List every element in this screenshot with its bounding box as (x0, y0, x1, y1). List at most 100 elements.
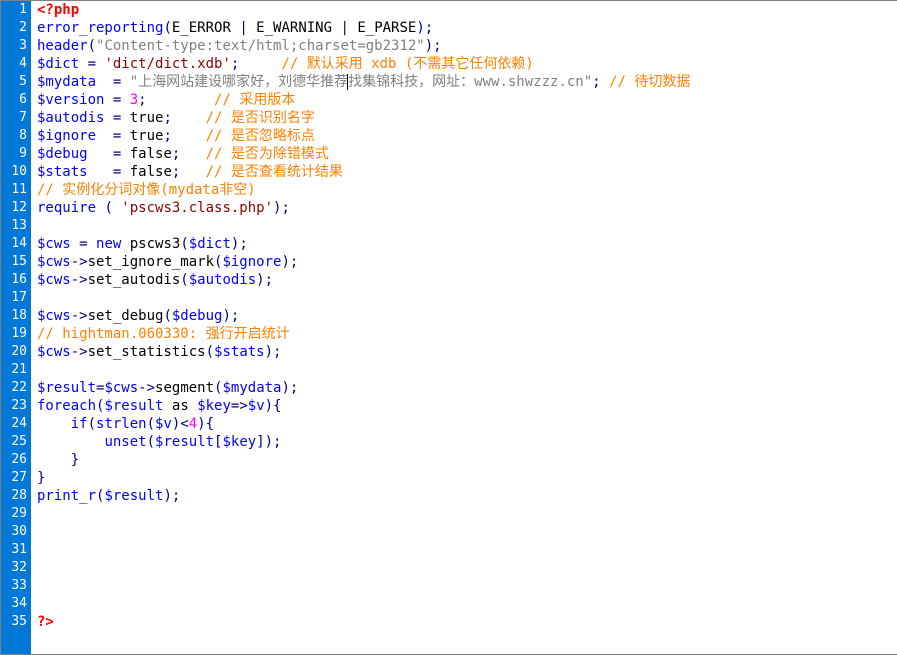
code-token: $cws (104, 380, 138, 396)
code-token: ); (281, 254, 298, 270)
code-token: $cws (37, 308, 71, 324)
line-number: 24 (1, 415, 27, 433)
code-token: | (239, 20, 247, 36)
code-line[interactable]: foreach($result as $key=>$v){ (37, 397, 897, 415)
code-token: ; (163, 128, 171, 144)
code-line[interactable]: // 实例化分词对像(mydata非空) (37, 181, 897, 199)
line-number: 1 (1, 1, 27, 19)
line-number: 9 (1, 145, 27, 163)
code-token: $result (37, 380, 96, 396)
code-line[interactable]: print_r($result); (37, 487, 897, 505)
code-token: print_r (37, 488, 96, 504)
line-number: 6 (1, 91, 27, 109)
code-line[interactable]: $cws->set_autodis($autodis); (37, 271, 897, 289)
code-line[interactable] (37, 505, 897, 523)
code-line[interactable] (37, 289, 897, 307)
code-line[interactable]: require ( 'pscws3.class.php'); (37, 199, 897, 217)
code-token: $version (37, 92, 113, 108)
line-number: 31 (1, 541, 27, 559)
code-line[interactable]: // hightman.060330: 强行开启统计 (37, 325, 897, 343)
code-token: // 是否忽略标点 (206, 128, 315, 144)
code-line[interactable]: $debug = false; // 是否为除错模式 (37, 145, 897, 163)
code-line[interactable]: $cws->set_statistics($stats); (37, 343, 897, 361)
code-line[interactable] (37, 577, 897, 595)
code-token: | (340, 20, 348, 36)
code-token: ( (163, 20, 171, 36)
code-line[interactable]: error_reporting(E_ERROR | E_WARNING | E_… (37, 19, 897, 37)
code-area[interactable]: <?phperror_reporting(E_ERROR | E_WARNING… (31, 1, 897, 654)
code-token: -> (138, 380, 155, 396)
code-token: ); (231, 236, 248, 252)
code-token: ){ (197, 416, 214, 432)
code-line[interactable]: unset($result[$key]); (37, 433, 897, 451)
code-line[interactable]: $result=$cws->segment($mydata); (37, 379, 897, 397)
code-token: $dict (37, 56, 88, 72)
code-token: $key (197, 398, 231, 414)
code-token: 'dict/dict.xdb' (96, 56, 231, 72)
code-token: "上海网站建设哪家好，刘德华推荐 (121, 74, 348, 90)
code-token: ; (138, 92, 146, 108)
code-token: // 是否查看统计结果 (206, 164, 343, 180)
line-number: 2 (1, 19, 27, 37)
code-line[interactable] (37, 595, 897, 613)
code-editor[interactable]: 1234567891011121314151617181920212223242… (0, 0, 897, 655)
code-token (180, 146, 205, 162)
code-line[interactable]: $cws->set_ignore_mark($ignore); (37, 253, 897, 271)
code-token: require (37, 200, 104, 216)
code-token: $ignore (37, 128, 113, 144)
code-token: // 默认采用 xdb (不需其它任何依赖) (281, 56, 533, 72)
code-token: pscws3 (130, 236, 181, 252)
code-token (147, 92, 214, 108)
code-line[interactable]: ?> (37, 613, 897, 631)
code-token: $result (104, 488, 163, 504)
code-token: ); (425, 38, 442, 54)
code-token: error_reporting (37, 20, 163, 36)
code-token: ){ (265, 398, 282, 414)
code-token: $cws (37, 254, 71, 270)
code-token: unset (104, 434, 146, 450)
code-line[interactable]: $autodis = true; // 是否识别名字 (37, 109, 897, 127)
code-token: E_WARNING (248, 20, 341, 36)
code-line[interactable] (37, 523, 897, 541)
line-number: 30 (1, 523, 27, 541)
code-token (601, 74, 609, 90)
code-line[interactable]: <?php (37, 1, 897, 19)
code-token: set_statistics (88, 344, 206, 360)
code-token: E_ERROR (172, 20, 239, 36)
line-number: 12 (1, 199, 27, 217)
code-token: // 实例化分词对像(mydata非空) (37, 182, 256, 198)
code-token: $result (104, 398, 163, 414)
code-line[interactable]: $version = 3; // 采用版本 (37, 91, 897, 109)
code-line[interactable]: $cws = new pscws3($dict); (37, 235, 897, 253)
code-line[interactable]: $mydata = "上海网站建设哪家好，刘德华推荐找集锦科技，网址：www.s… (37, 73, 897, 91)
code-token: new (88, 236, 130, 252)
code-token: // 是否为除错模式 (206, 146, 329, 162)
code-token (37, 416, 71, 432)
code-line[interactable] (37, 361, 897, 379)
code-token: // hightman.060330: 强行开启统计 (37, 326, 290, 342)
code-line[interactable]: } (37, 469, 897, 487)
line-number: 18 (1, 307, 27, 325)
code-line[interactable]: $ignore = true; // 是否忽略标点 (37, 127, 897, 145)
line-number: 35 (1, 613, 27, 631)
code-token (172, 128, 206, 144)
code-token: ( (206, 344, 214, 360)
code-line[interactable]: if(strlen($v)<4){ (37, 415, 897, 433)
code-line[interactable] (37, 217, 897, 235)
code-line[interactable]: $cws->set_debug($debug); (37, 307, 897, 325)
code-line[interactable]: header("Content-type:text/html;charset=g… (37, 37, 897, 55)
code-token: $debug (37, 146, 113, 162)
code-line[interactable]: } (37, 451, 897, 469)
line-number: 14 (1, 235, 27, 253)
code-line[interactable] (37, 559, 897, 577)
code-token: $mydata (37, 74, 113, 90)
code-line[interactable] (37, 541, 897, 559)
code-line[interactable]: $stats = false; // 是否查看统计结果 (37, 163, 897, 181)
code-token: ( (163, 308, 171, 324)
code-token: 'pscws3.class.php' (113, 200, 273, 216)
code-token: $debug (172, 308, 223, 324)
line-number: 11 (1, 181, 27, 199)
code-token: ; (163, 110, 171, 126)
code-line[interactable]: $dict = 'dict/dict.xdb'; // 默认采用 xdb (不需… (37, 55, 897, 73)
code-token: "Content-type:text/html;charset=gb2312" (96, 38, 425, 54)
